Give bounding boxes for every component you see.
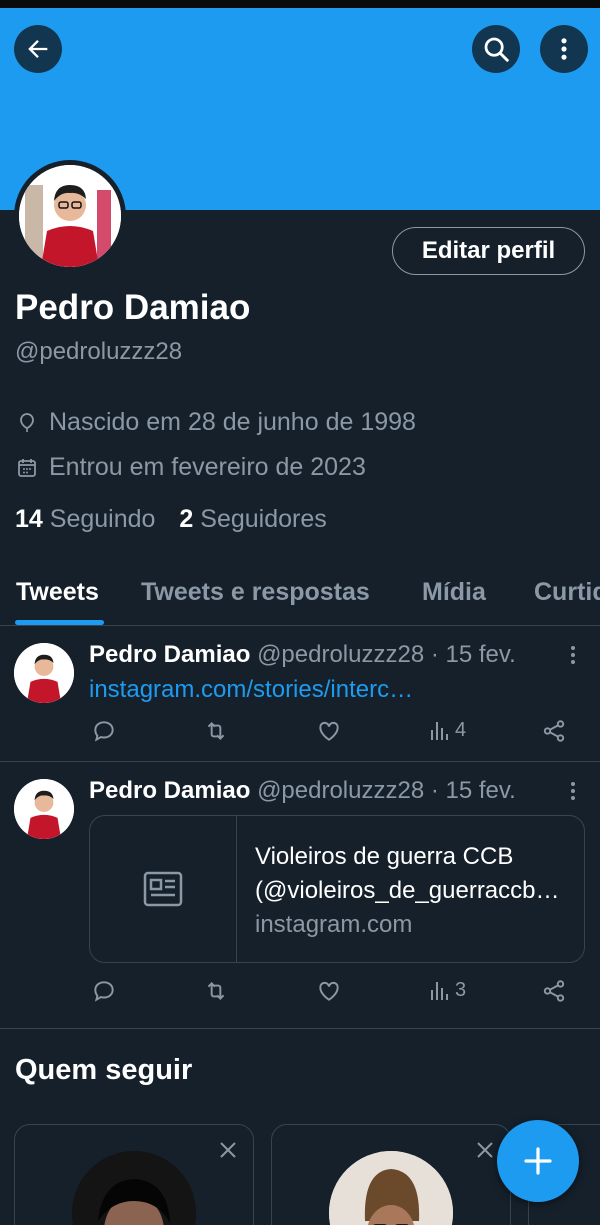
reply-icon — [94, 981, 114, 1002]
tweet-link[interactable]: instagram.com/stories/interc… — [89, 676, 413, 704]
tweet-author-name[interactable]: Pedro Damiao — [89, 641, 250, 668]
tweet-avatar[interactable] — [14, 643, 74, 703]
follow-counts: 14 Seguindo 2 Seguidores — [15, 505, 327, 534]
retweet-button[interactable] — [202, 718, 230, 744]
card-thumbnail — [90, 816, 237, 962]
tweet-more-button[interactable] — [563, 779, 583, 803]
person-photo-icon — [14, 779, 74, 839]
profile-name: Pedro Damiao — [15, 288, 251, 327]
tweet-avatar[interactable] — [14, 779, 74, 839]
views-button[interactable]: 3 — [429, 978, 466, 1002]
retweet-button[interactable] — [202, 978, 230, 1004]
arrow-left-icon — [28, 40, 48, 58]
edit-profile-button[interactable]: Editar perfil — [392, 227, 585, 275]
tweet[interactable]: Pedro Damiao @pedroluzzz28 · 15 fev. ins… — [0, 627, 600, 762]
heart-icon — [319, 721, 339, 741]
close-icon — [220, 1142, 236, 1158]
back-button[interactable] — [14, 25, 62, 73]
more-vertical-icon — [571, 782, 575, 800]
tweet-date: · 15 fev. — [430, 641, 516, 668]
search-icon — [484, 37, 509, 62]
suggestion-avatar[interactable] — [329, 1151, 453, 1225]
share-icon — [543, 720, 565, 742]
join-date-text: Entrou em fevereiro de 2023 — [49, 453, 366, 481]
reply-button[interactable] — [91, 718, 117, 744]
retweet-icon — [207, 722, 225, 740]
balloon-icon — [20, 412, 34, 432]
share-button[interactable] — [541, 978, 567, 1004]
follow-suggestion-card[interactable] — [14, 1124, 254, 1225]
views-count: 3 — [455, 978, 467, 1001]
share-button[interactable] — [541, 718, 567, 744]
heart-icon — [319, 981, 339, 1001]
more-vertical-icon — [561, 38, 567, 60]
dismiss-suggestion-button[interactable] — [474, 1139, 496, 1161]
views-count: 4 — [455, 718, 467, 741]
join-date: Entrou em fevereiro de 2023 — [15, 453, 366, 482]
person-photo-icon — [72, 1151, 196, 1225]
share-icon — [543, 980, 565, 1002]
tweet-author-name[interactable]: Pedro Damiao — [89, 777, 250, 804]
like-button[interactable] — [316, 718, 342, 744]
follow-suggestion-card[interactable] — [271, 1124, 511, 1225]
bar-chart-icon — [431, 722, 448, 740]
person-photo-icon — [19, 165, 121, 267]
more-vertical-icon — [571, 646, 575, 664]
profile-avatar[interactable] — [14, 160, 126, 272]
profile-handle: @pedroluzzz28 — [15, 338, 183, 365]
person-photo-icon — [14, 643, 74, 703]
status-bar — [0, 0, 600, 8]
active-tab-indicator — [15, 620, 104, 625]
views-button[interactable]: 4 — [429, 718, 466, 742]
tweet-date: · 15 fev. — [430, 777, 516, 804]
birth-date: Nascido em 28 de junho de 1998 — [15, 408, 416, 437]
tab-likes[interactable]: Curtidas — [534, 578, 600, 607]
reply-icon — [94, 721, 114, 742]
tab-media[interactable]: Mídia — [422, 578, 486, 607]
following-link[interactable]: 14 Seguindo — [15, 505, 155, 534]
tweet-header: Pedro Damiao @pedroluzzz28 · 15 fev. — [89, 777, 516, 805]
reply-button[interactable] — [91, 978, 117, 1004]
card-domain: instagram.com — [255, 911, 413, 938]
suggestion-avatar[interactable] — [72, 1151, 196, 1225]
tweet-author-handle: @pedroluzzz28 — [257, 641, 425, 668]
tab-tweets[interactable]: Tweets — [16, 578, 99, 607]
tweet-actions: 4 — [89, 718, 579, 748]
plus-icon — [524, 1147, 552, 1175]
bar-chart-icon — [431, 982, 448, 1000]
followers-link[interactable]: 2 Seguidores — [179, 505, 326, 534]
dismiss-suggestion-button[interactable] — [217, 1139, 239, 1161]
tweet[interactable]: Pedro Damiao @pedroluzzz28 · 15 fev. Vio… — [0, 763, 600, 1029]
close-icon — [477, 1142, 493, 1158]
retweet-icon — [207, 982, 225, 1000]
tweet-actions: 3 — [89, 978, 579, 1008]
article-icon — [143, 871, 183, 907]
person-photo-icon — [329, 1151, 453, 1225]
link-preview-card[interactable]: Violeiros de guerra CCB (@violeiros_de_g… — [89, 815, 585, 963]
like-button[interactable] — [316, 978, 342, 1004]
calendar-icon — [18, 458, 36, 477]
tweet-more-button[interactable] — [563, 643, 583, 667]
tweet-author-handle: @pedroluzzz28 — [257, 777, 425, 804]
birth-date-text: Nascido em 28 de junho de 1998 — [49, 408, 416, 436]
tab-tweets-and-replies[interactable]: Tweets e respostas — [141, 578, 370, 607]
profile-tabs: Tweets Tweets e respostas Mídia Curtidas — [0, 560, 600, 626]
card-title: Violeiros de guerra CCB (@violeiros_de_g… — [255, 843, 560, 904]
more-options-button[interactable] — [540, 25, 588, 73]
who-to-follow-title: Quem seguir — [15, 1054, 193, 1086]
compose-tweet-button[interactable] — [497, 1120, 579, 1202]
tweet-header: Pedro Damiao @pedroluzzz28 · 15 fev. — [89, 641, 516, 669]
search-button[interactable] — [472, 25, 520, 73]
